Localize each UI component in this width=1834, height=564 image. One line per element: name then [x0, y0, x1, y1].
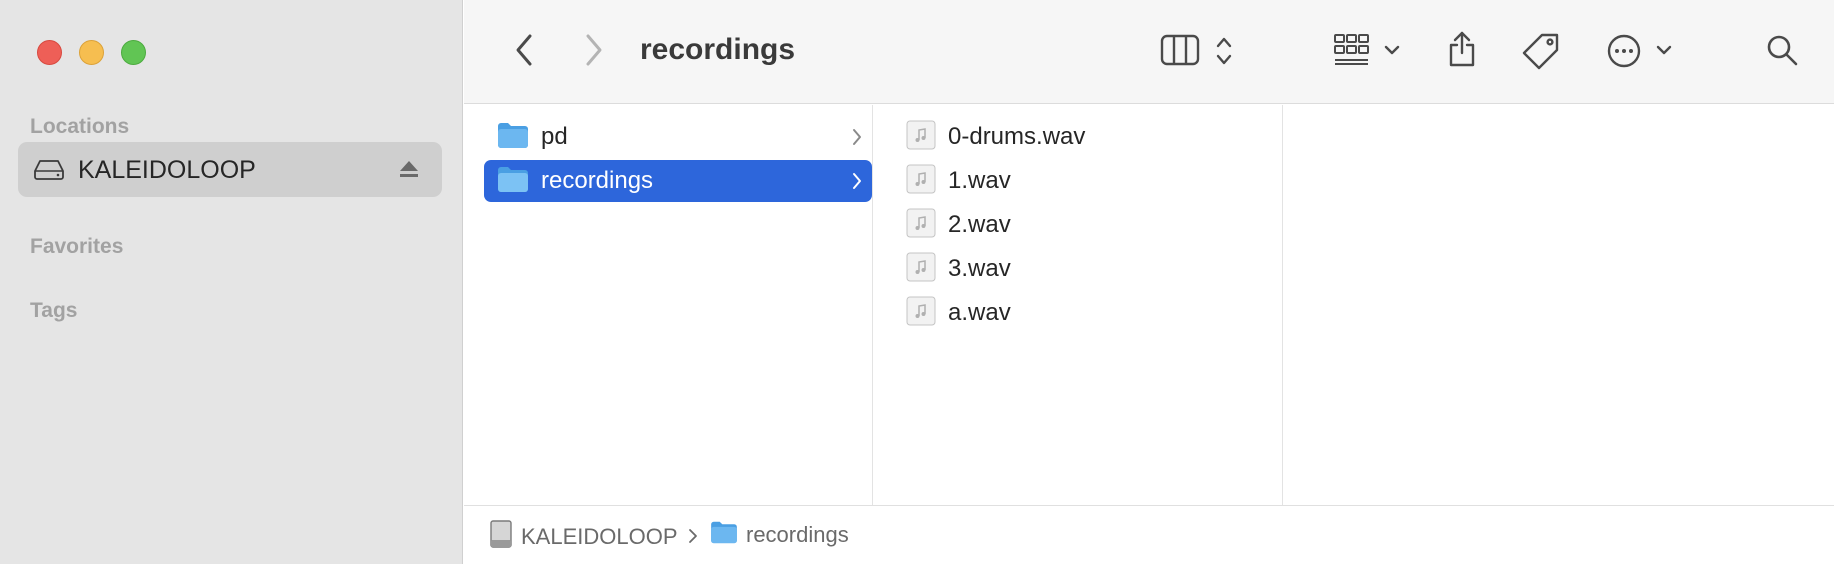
- list-item[interactable]: a.wav: [906, 292, 1266, 334]
- zoom-window-button[interactable]: [121, 40, 146, 65]
- minimize-window-button[interactable]: [79, 40, 104, 65]
- view-toggle-icon[interactable]: [1212, 34, 1236, 68]
- list-item[interactable]: 1.wav: [906, 160, 1266, 202]
- list-item-pd[interactable]: pd: [484, 116, 872, 158]
- chevron-right-icon: [688, 524, 698, 550]
- list-item[interactable]: 0-drums.wav: [906, 116, 1266, 158]
- window-controls: [37, 40, 146, 65]
- crumb-label: KALEIDOLOOP: [521, 524, 678, 549]
- forward-icon[interactable]: [574, 30, 614, 70]
- sidebar: Locations KALEIDOLOOP Favorites Tags: [0, 0, 463, 564]
- finder-window: Locations KALEIDOLOOP Favorites Tags rec…: [0, 0, 1834, 564]
- audio-file-icon: [906, 252, 936, 287]
- close-window-button[interactable]: [37, 40, 62, 65]
- back-icon[interactable]: [504, 30, 544, 70]
- list-item[interactable]: 2.wav: [906, 204, 1266, 246]
- path-crumb-recordings[interactable]: recordings: [710, 520, 849, 550]
- crumb-label: recordings: [746, 522, 849, 547]
- sidebar-section-locations[interactable]: Locations: [30, 115, 129, 139]
- list-item[interactable]: 3.wav: [906, 248, 1266, 290]
- item-label: 0-drums.wav: [948, 123, 1086, 150]
- sidebar-item-label: KALEIDOLOOP: [78, 156, 256, 184]
- path-crumb-kaleidoloop[interactable]: KALEIDOLOOP: [489, 520, 698, 554]
- path-bar: KALEIDOLOOP recordings: [464, 505, 1834, 564]
- item-label: pd: [541, 123, 568, 150]
- sidebar-item-kaleidoloop[interactable]: KALEIDOLOOP: [18, 142, 442, 197]
- share-icon[interactable]: [1442, 28, 1482, 70]
- item-label: recordings: [541, 167, 654, 194]
- eject-icon[interactable]: [398, 159, 420, 184]
- column-browser: pd recordings 0-drums.wav 1.wav 2.wav 3.…: [464, 105, 1834, 505]
- folder-icon: [497, 121, 529, 154]
- chevron-down-icon[interactable]: [1382, 40, 1402, 60]
- group-icon[interactable]: [1330, 32, 1374, 68]
- item-label: 3.wav: [948, 255, 1011, 282]
- column-divider[interactable]: [872, 105, 873, 505]
- sidebar-section-tags[interactable]: Tags: [30, 299, 77, 323]
- column-divider[interactable]: [1282, 105, 1283, 505]
- audio-file-icon: [906, 164, 936, 199]
- item-label: a.wav: [948, 299, 1011, 326]
- drive-icon: [489, 520, 513, 554]
- chevron-down-icon[interactable]: [1654, 40, 1674, 60]
- more-icon[interactable]: [1604, 31, 1644, 71]
- audio-file-icon: [906, 296, 936, 331]
- window-title: recordings: [640, 33, 796, 66]
- search-icon[interactable]: [1762, 30, 1802, 70]
- audio-file-icon: [906, 208, 936, 243]
- drive-icon: [34, 160, 64, 185]
- folder-icon: [497, 165, 529, 198]
- chevron-right-icon: [852, 128, 862, 151]
- folder-icon: [710, 520, 738, 550]
- toolbar: recordings: [464, 0, 1834, 104]
- item-label: 2.wav: [948, 211, 1011, 238]
- list-item-recordings[interactable]: recordings: [484, 160, 872, 202]
- audio-file-icon: [906, 120, 936, 155]
- column-view-icon[interactable]: [1158, 32, 1202, 68]
- chevron-right-icon: [852, 172, 862, 195]
- item-label: 1.wav: [948, 167, 1011, 194]
- tag-icon[interactable]: [1520, 30, 1562, 72]
- sidebar-section-favorites[interactable]: Favorites: [30, 235, 123, 259]
